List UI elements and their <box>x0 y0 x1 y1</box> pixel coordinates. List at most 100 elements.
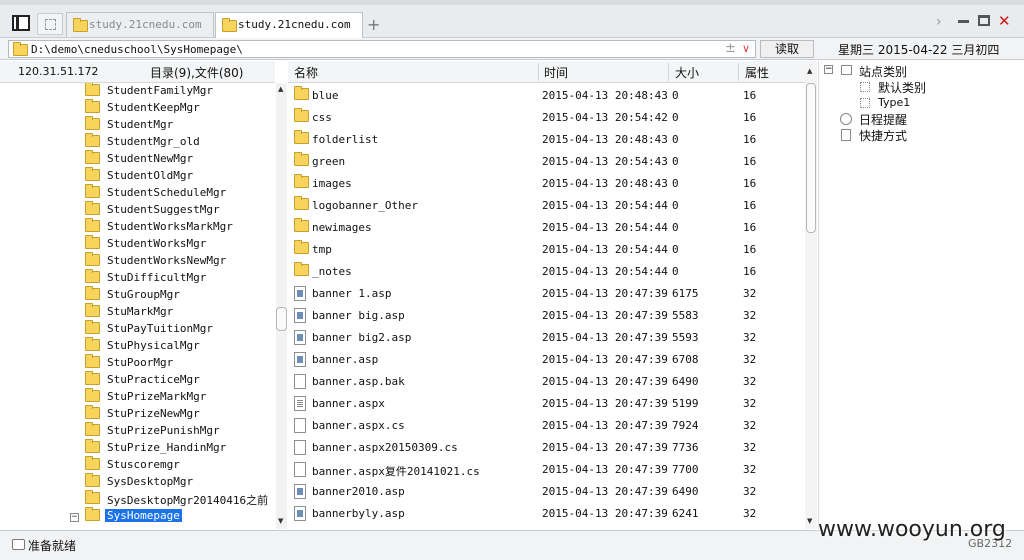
folder-icon <box>85 303 100 317</box>
close-icon[interactable]: ✕ <box>998 12 1011 30</box>
col-time[interactable]: 时间 <box>544 64 568 81</box>
folder-icon <box>85 354 100 368</box>
file-size: 5199 <box>672 397 699 410</box>
file-row[interactable]: banner.asp 2015-04-13 20:47:39 6708 32 <box>288 348 804 370</box>
tree-item-label: StuPracticeMgr <box>107 373 200 386</box>
dir-file-count: 目录(9),文件(80) <box>150 66 244 80</box>
scroll-down-icon[interactable]: ▼ <box>278 517 283 525</box>
file-attr: 32 <box>743 463 757 476</box>
file-row[interactable]: blue 2015-04-13 20:48:43 0 16 <box>288 84 804 106</box>
col-attr[interactable]: 属性 <box>745 64 769 81</box>
file-row[interactable]: logobanner_Other 2015-04-13 20:54:44 0 16 <box>288 194 804 216</box>
scroll-thumb[interactable] <box>806 83 816 233</box>
folder-icon <box>85 507 100 521</box>
file-row[interactable]: banner big.asp 2015-04-13 20:47:39 5583 32 <box>288 304 804 326</box>
file-attr: 32 <box>743 309 757 322</box>
folder-icon <box>294 130 309 144</box>
collapse-icon[interactable]: − <box>70 513 79 522</box>
sidebar-toggle-icon[interactable] <box>12 15 30 31</box>
tree-item-label: StudentKeepMgr <box>107 101 200 114</box>
tree-item-label: StuPayTuitionMgr <box>107 322 213 335</box>
collapse-icon[interactable]: − <box>824 65 833 74</box>
file-row[interactable]: folderlist 2015-04-13 20:48:43 0 16 <box>288 128 804 150</box>
read-button[interactable]: 读取 <box>760 40 814 58</box>
file-row[interactable]: banner.aspx20150309.cs 2015-04-13 20:47:3… <box>288 436 804 458</box>
file-size: 6175 <box>672 287 699 300</box>
scroll-thumb[interactable] <box>276 307 287 331</box>
blank-tab-icon[interactable] <box>37 13 63 35</box>
file-row[interactable]: newimages 2015-04-13 20:54:44 0 16 <box>288 216 804 238</box>
path-field[interactable]: D:\demo\cneduschool\SysHomepage\ ± ∨ <box>8 40 756 58</box>
file-icon <box>294 462 306 477</box>
folder-icon <box>294 262 309 276</box>
file-list-scrollbar[interactable]: ▲ ▼ <box>805 61 817 529</box>
file-row[interactable]: banner.aspx.cs 2015-04-13 20:47:39 7924 32 <box>288 414 804 436</box>
folder-icon <box>13 42 28 56</box>
tab-study-2[interactable]: study.21cnedu.com <box>215 12 363 38</box>
col-name[interactable]: 名称 <box>294 64 318 81</box>
tree-item-label: StudentOldMgr <box>107 169 194 182</box>
file-attr: 32 <box>743 397 757 410</box>
file-row[interactable]: banner.aspx 2015-04-13 20:47:39 5199 32 <box>288 392 804 414</box>
file-name: banner.aspx.cs <box>312 419 405 432</box>
folder-icon <box>85 99 100 113</box>
file-time: 2015-04-13 20:54:42 <box>542 111 668 124</box>
scroll-down-icon[interactable]: ▼ <box>807 517 812 525</box>
plus-minus-icon[interactable]: ± <box>725 41 736 56</box>
site-category[interactable]: 站点类别 <box>859 63 907 80</box>
scroll-up-icon[interactable]: ▲ <box>807 67 812 75</box>
tree-item-label: StudentWorksNewMgr <box>107 254 227 267</box>
chevron-down-icon[interactable]: ∨ <box>742 42 750 55</box>
file-row[interactable]: bannerbyly.asp 2015-04-13 20:47:39 6241 32 <box>288 502 804 524</box>
folder-icon <box>85 422 100 436</box>
file-row[interactable]: banner big2.asp 2015-04-13 20:47:39 5593 32 <box>288 326 804 348</box>
folder-icon <box>85 184 100 198</box>
file-row[interactable]: css 2015-04-13 20:54:42 0 16 <box>288 106 804 128</box>
file-size: 0 <box>672 111 679 124</box>
file-row[interactable]: banner.aspx复件20141021.cs 2015-04-13 20:47… <box>288 458 804 480</box>
type1-category[interactable]: Type1 <box>878 96 910 109</box>
file-time: 2015-04-13 20:47:39 <box>542 463 668 476</box>
file-time: 2015-04-13 20:47:39 <box>542 419 668 432</box>
file-row[interactable]: banner 1.asp 2015-04-13 20:47:39 6175 32 <box>288 282 804 304</box>
tree-scrollbar[interactable]: ▲ ▼ <box>276 83 287 529</box>
file-name: logobanner_Other <box>312 199 418 212</box>
file-name: css <box>312 111 332 124</box>
file-attr: 32 <box>743 331 757 344</box>
col-size[interactable]: 大小 <box>675 64 699 81</box>
tree-item-label: StuPoorMgr <box>107 356 174 369</box>
path-input[interactable]: D:\demo\cneduschool\SysHomepage\ <box>31 43 243 56</box>
calendar-date: 星期三 2015-04-22 三月初四 <box>838 43 1000 57</box>
schedule-reminder[interactable]: 日程提醒 <box>859 111 907 128</box>
file-row[interactable]: banner2010.asp 2015-04-13 20:47:39 6490 32 <box>288 480 804 502</box>
tab-study-1[interactable]: study.21cnedu.com <box>66 12 214 37</box>
shortcuts[interactable]: 快捷方式 <box>859 127 907 144</box>
file-row[interactable]: green 2015-04-13 20:54:43 0 16 <box>288 150 804 172</box>
file-size: 0 <box>672 155 679 168</box>
file-time: 2015-04-13 20:54:43 <box>542 155 668 168</box>
folder-icon <box>85 490 100 504</box>
folder-icon <box>85 473 100 487</box>
scroll-up-icon[interactable]: ▲ <box>278 85 283 93</box>
file-name: bannerbyly.asp <box>312 507 405 520</box>
file-row[interactable]: banner.asp.bak 2015-04-13 20:47:39 6490 32 <box>288 370 804 392</box>
file-row[interactable]: images 2015-04-13 20:48:43 0 16 <box>288 172 804 194</box>
tree-header: 120.31.51.172 目录(9),文件(80) <box>0 61 275 83</box>
tree-item-label: StudentMgr_old <box>107 135 200 148</box>
tree-item-label: StudentSuggestMgr <box>107 203 220 216</box>
file-icon <box>294 396 306 411</box>
file-row[interactable]: tmp 2015-04-13 20:54:44 0 16 <box>288 238 804 260</box>
minimize-icon[interactable] <box>958 20 969 23</box>
chevron-right-icon[interactable]: › <box>936 14 942 30</box>
file-time: 2015-04-13 20:47:39 <box>542 331 668 344</box>
default-category[interactable]: 默认类别 <box>878 79 926 96</box>
file-row[interactable]: _notes 2015-04-13 20:54:44 0 16 <box>288 260 804 282</box>
maximize-icon[interactable] <box>978 15 990 26</box>
file-attr: 16 <box>743 199 757 212</box>
file-icon <box>294 506 306 521</box>
folder-icon <box>85 201 100 215</box>
file-attr: 16 <box>743 177 757 190</box>
add-tab-icon[interactable]: + <box>367 15 380 34</box>
folder-icon <box>85 371 100 385</box>
file-name: banner big2.asp <box>312 331 412 344</box>
